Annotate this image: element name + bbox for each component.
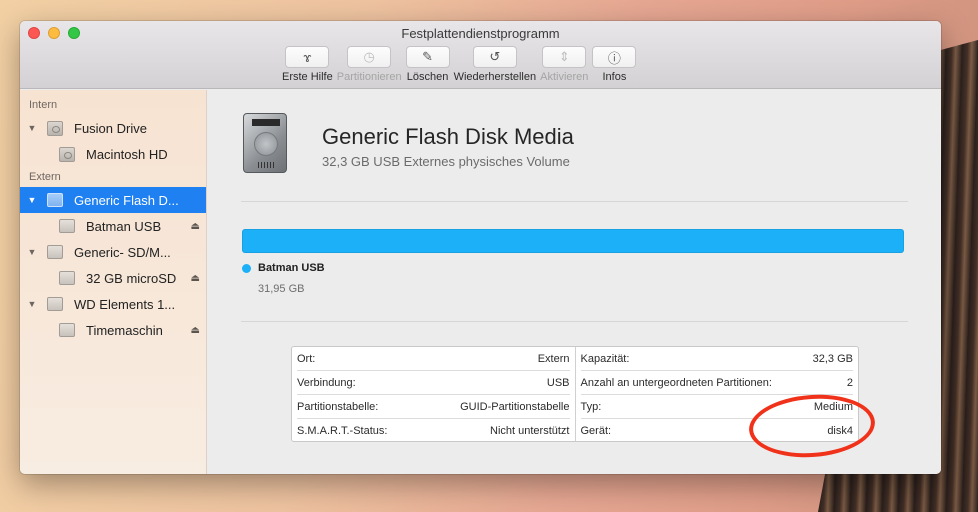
toolbar-aktivieren-button: ⇕ Aktivieren <box>540 46 588 83</box>
drive-icon <box>58 146 76 162</box>
info-label: S.M.A.R.T.-Status: <box>297 425 388 437</box>
info-row: Kapazität: 32,3 GB <box>580 347 853 371</box>
disclosure-triangle-icon[interactable]: ▼ <box>22 299 42 309</box>
partition-usage-bar[interactable] <box>242 229 904 253</box>
info-value: disk4 <box>827 425 853 437</box>
eject-icon[interactable]: ⏏ <box>191 221 200 232</box>
sidebar-item-label: Generic Flash D... <box>74 192 179 208</box>
drive-icon <box>46 120 64 136</box>
sidebar-section-header: Intern <box>29 99 58 111</box>
drive-icon <box>46 192 64 208</box>
drive-icon <box>46 244 64 260</box>
sidebar-item-label: Timemaschin <box>86 322 163 338</box>
device-subtitle: 32,3 GB USB Externes physisches Volume <box>322 154 570 169</box>
sidebar-item-label: Batman USB <box>86 218 162 234</box>
divider <box>241 201 908 202</box>
sidebar-item-32-gb-microsd[interactable]: 32 GB microSD ⏏ <box>20 265 206 291</box>
info-label: Anzahl an untergeordneten Partitionen: <box>580 376 772 389</box>
sidebar-item-label: Generic- SD/M... <box>74 244 171 260</box>
sidebar-item-label: Macintosh HD <box>86 146 168 162</box>
sidebar-item-batman-usb[interactable]: Batman USB ⏏ <box>20 213 206 239</box>
pie-chart-icon: ◷ <box>347 46 392 68</box>
sidebar-section-header: Extern <box>29 171 61 183</box>
info-label: Ort: <box>297 352 316 365</box>
disclosure-triangle-icon[interactable]: ▼ <box>22 195 42 205</box>
main-content: Generic Flash Disk Media 32,3 GB USB Ext… <box>208 90 941 474</box>
sidebar-item-timemaschin[interactable]: Timemaschin ⏏ <box>20 317 206 343</box>
info-value: USB <box>546 376 570 389</box>
toolbar-button-label: Aktivieren <box>540 71 589 83</box>
toolbar-löschen-button[interactable]: ✎ Löschen <box>405 46 450 83</box>
info-icon[interactable]: ⓘ <box>592 46 637 68</box>
info-row: Partitionstabelle: GUID-Partitionstabelle <box>297 395 570 419</box>
drive-icon <box>58 270 76 286</box>
info-label: Partitionstabelle: <box>297 400 379 413</box>
info-column-right: Kapazität: 32,3 GB Anzahl an untergeordnet… <box>576 347 859 441</box>
partition-size: 31,95 GB <box>258 283 305 295</box>
sidebar-item-label: WD Elements 1... <box>74 296 176 312</box>
stethoscope-icon[interactable]: ɤ <box>285 46 330 68</box>
sidebar-item-label: 32 GB microSD <box>86 270 177 286</box>
eject-icon[interactable]: ⏏ <box>191 325 200 336</box>
sidebar-item-fusion-drive[interactable]: ▼ Fusion Drive <box>20 115 206 141</box>
info-value: Nicht unterstützt <box>490 425 570 437</box>
divider <box>241 321 908 322</box>
title-bar: Festplattendienstprogramm ɤ Erste Hilfe ◷ P… <box>20 21 941 89</box>
eject-icon[interactable]: ⏏ <box>191 273 200 284</box>
toolbar-infos-button[interactable]: ⓘ Infos <box>592 46 637 83</box>
info-label: Typ: <box>580 400 602 413</box>
info-value: GUID-Partitionstabelle <box>460 400 570 413</box>
info-column-left: Ort: Extern Verbindung: USB Partitionstabell… <box>292 347 576 441</box>
disclosure-triangle-icon[interactable]: ▼ <box>22 247 42 257</box>
mount-icon: ⇕ <box>542 46 587 68</box>
erase-icon[interactable]: ✎ <box>405 46 450 68</box>
hard-disk-icon <box>243 113 287 173</box>
restore-icon[interactable]: ↺ <box>472 46 517 68</box>
sidebar-item-generic-sd-m[interactable]: ▼ Generic- SD/M... <box>20 239 206 265</box>
drive-icon <box>58 322 76 338</box>
disclosure-triangle-icon[interactable]: ▼ <box>22 123 42 133</box>
window-title: Festplattendienstprogramm <box>401 26 560 41</box>
info-row: Typ: Medium <box>580 395 853 419</box>
sidebar-item-macintosh-hd[interactable]: Macintosh HD <box>20 141 206 167</box>
sidebar-item-label: Fusion Drive <box>74 120 147 136</box>
drive-icon <box>46 296 64 312</box>
device-name: Generic Flash Disk Media <box>322 124 574 149</box>
toolbar-button-label: Löschen <box>406 71 449 83</box>
sidebar: Intern ▼ Fusion Drive Macintosh HD Extern ▼ Ge… <box>20 90 207 474</box>
info-row: Verbindung: USB <box>297 371 570 395</box>
partition-name: Batman USB <box>258 262 325 274</box>
toolbar-button-label: Partitionieren <box>336 71 402 83</box>
info-row: Gerät: disk4 <box>581 419 854 443</box>
toolbar-button-label: Erste Hilfe <box>282 71 333 83</box>
toolbar-wiederherstellen-button[interactable]: ↺ Wiederherstellen <box>453 46 537 83</box>
info-value: Medium <box>813 400 853 413</box>
info-label: Kapazität: <box>580 352 630 365</box>
toolbar-erste-hilfe-button[interactable]: ɤ Erste Hilfe <box>282 46 333 83</box>
sidebar-item-wd-elements-1[interactable]: ▼ WD Elements 1... <box>20 291 206 317</box>
disk-utility-window: Festplattendienstprogramm ɤ Erste Hilfe ◷ P… <box>20 21 941 474</box>
toolbar: ɤ Erste Hilfe ◷ Partitionieren ✎ Löschen ↺ Wied… <box>280 46 638 83</box>
partition-color-dot <box>242 264 251 273</box>
info-row: Ort: Extern <box>297 347 570 371</box>
toolbar-button-label: Wiederherstellen <box>453 71 537 83</box>
info-value: 32,3 GB <box>812 352 853 365</box>
info-value: 2 <box>846 376 853 389</box>
info-row: Anzahl an untergeordneten Partitionen: 2 <box>580 371 853 395</box>
info-label: Gerät: <box>580 425 612 437</box>
info-label: Verbindung: <box>297 376 356 389</box>
info-row: S.M.A.R.T.-Status: Nicht unterstützt <box>297 419 570 443</box>
toolbar-partitionieren-button: ◷ Partitionieren <box>337 46 402 83</box>
info-value: Extern <box>537 352 570 365</box>
toolbar-button-label: Infos <box>602 71 627 83</box>
sidebar-item-generic-flash-d[interactable]: ▼ Generic Flash D... <box>20 187 206 213</box>
device-info-table: Ort: Extern Verbindung: USB Partitionstabell… <box>291 346 859 442</box>
drive-icon <box>58 218 76 234</box>
